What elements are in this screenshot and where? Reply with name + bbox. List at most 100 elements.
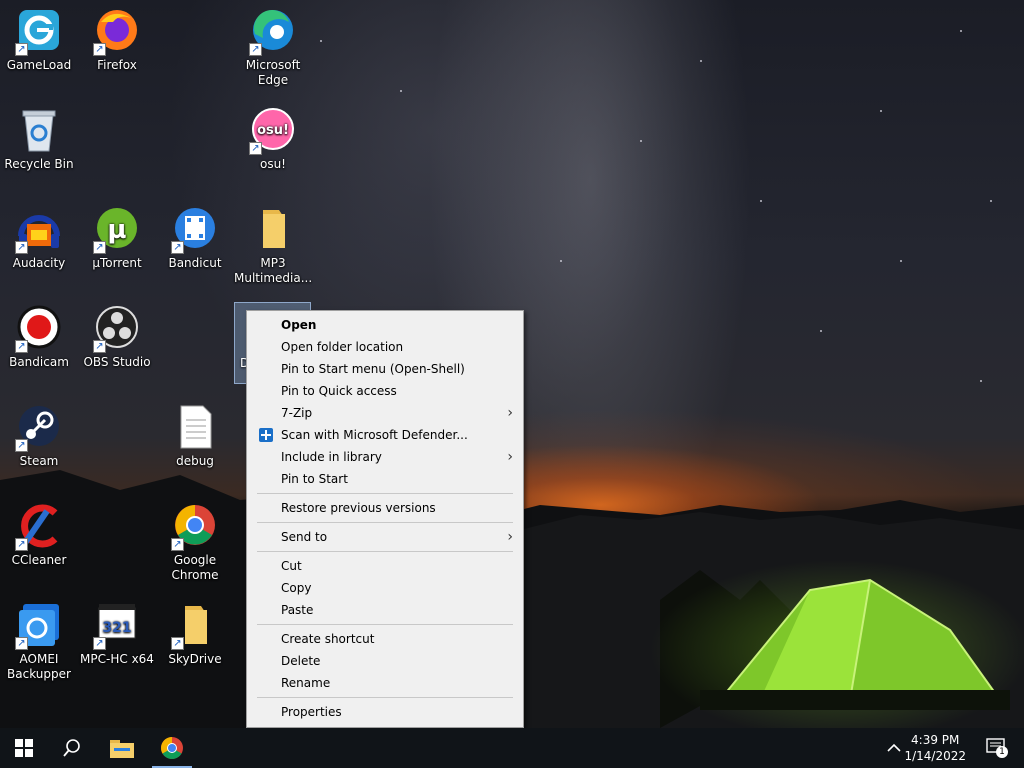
text-file-icon [171, 404, 219, 452]
desktop-icon-label: Microsoft Edge [245, 58, 301, 87]
menu-separator [257, 697, 513, 698]
firefox-icon: ↗ [93, 8, 141, 56]
menu-item-include-in-library[interactable]: Include in library › [249, 446, 521, 468]
menu-item-pin-to-start[interactable]: Pin to Start [249, 468, 521, 490]
desktop-icon-aomei-backupper[interactable]: ↗ AOMEI Backupper [0, 602, 78, 682]
ccleaner-icon: ↗ [15, 503, 63, 551]
desktop-icon-mpc-hc[interactable]: 321 ↗ MPC-HC x64 [78, 602, 156, 667]
chrome-icon [161, 737, 183, 759]
desktop-icon-label: SkyDrive [168, 652, 222, 666]
menu-item-7zip[interactable]: 7-Zip › [249, 402, 521, 424]
bandicam-icon: ↗ [15, 305, 63, 353]
desktop-icon-bandicam[interactable]: ↗ Bandicam [0, 305, 78, 370]
menu-item-pin-to-quick-access[interactable]: Pin to Quick access [249, 380, 521, 402]
menu-item-cut[interactable]: Cut [249, 555, 521, 577]
chevron-right-icon: › [507, 529, 513, 545]
action-center-button[interactable]: 1 [986, 738, 1008, 758]
chevron-right-icon: › [507, 405, 513, 421]
menu-item-copy[interactable]: Copy [249, 577, 521, 599]
desktop-icon-bandicut[interactable]: ↗ Bandicut [156, 206, 234, 271]
chrome-icon: ↗ [171, 503, 219, 551]
taskbar-google-chrome[interactable] [148, 728, 196, 768]
taskbar: 4:39 PM 1/14/2022 1 [0, 728, 1024, 768]
desktop-icon-label: Audacity [12, 256, 66, 270]
bandicut-icon: ↗ [171, 206, 219, 254]
mpc-hc-icon: 321 ↗ [93, 602, 141, 650]
desktop-icon-obs-studio[interactable]: ↗ OBS Studio [78, 305, 156, 370]
desktop-icon-label: debug [176, 454, 214, 468]
folder-icon: ↗ [171, 602, 219, 650]
svg-text:µ: µ [107, 215, 126, 245]
desktop-icon-debug[interactable]: debug [156, 404, 234, 469]
menu-separator [257, 493, 513, 494]
menu-separator [257, 551, 513, 552]
desktop-icon-label: MPC-HC x64 [80, 652, 154, 666]
windows-logo-icon [15, 739, 33, 757]
chevron-right-icon: › [507, 449, 513, 465]
desktop-icon-label: Google Chrome [171, 553, 219, 582]
desktop-icon-firefox[interactable]: ↗ Firefox [78, 8, 156, 73]
desktop-icon-label: Firefox [97, 58, 137, 72]
tent-illustration [700, 578, 1010, 710]
menu-item-delete[interactable]: Delete [249, 650, 521, 672]
utorrent-icon: µ ↗ [93, 206, 141, 254]
notification-count-badge: 1 [996, 746, 1008, 758]
aomei-icon: ↗ [15, 602, 63, 650]
defender-shield-icon [259, 428, 273, 442]
file-explorer-icon [110, 740, 134, 758]
steam-icon: ↗ [15, 404, 63, 452]
desktop-icon-label: CCleaner [11, 553, 67, 567]
menu-separator [257, 624, 513, 625]
context-menu: Open Open folder location Pin to Start m… [246, 310, 524, 728]
menu-item-create-shortcut[interactable]: Create shortcut [249, 628, 521, 650]
search-button[interactable] [48, 728, 96, 768]
edge-icon: ↗ [249, 8, 297, 56]
menu-item-open[interactable]: Open [249, 314, 521, 336]
gameload-icon: ↗ [15, 8, 63, 56]
desktop-icon-label: µTorrent [92, 256, 142, 270]
desktop-icon-steam[interactable]: ↗ Steam [0, 404, 78, 469]
clock-date: 1/14/2022 [904, 749, 966, 763]
desktop-icon-ccleaner[interactable]: ↗ CCleaner [0, 503, 78, 568]
svg-text:osu!: osu! [257, 123, 289, 138]
desktop-icon-osu[interactable]: osu! ↗ osu! [234, 107, 312, 172]
menu-item-pin-to-start-menu-open-shell[interactable]: Pin to Start menu (Open-Shell) [249, 358, 521, 380]
desktop-icon-label: Recycle Bin [4, 157, 74, 171]
audacity-icon: ↗ [15, 206, 63, 254]
svg-text:321: 321 [102, 620, 131, 636]
start-button[interactable] [0, 728, 48, 768]
menu-item-restore-previous-versions[interactable]: Restore previous versions [249, 497, 521, 519]
desktop-icon-label: GameLoad [6, 58, 72, 72]
desktop-icon-google-chrome[interactable]: ↗ Google Chrome [156, 503, 234, 583]
desktop-icon-label: Bandicut [168, 256, 222, 270]
menu-item-rename[interactable]: Rename [249, 672, 521, 694]
desktop-icon-label: OBS Studio [83, 355, 151, 369]
menu-item-label: Send to [281, 530, 328, 544]
desktop-icon-skydrive[interactable]: ↗ SkyDrive [156, 602, 234, 667]
desktop-icon-label: AOMEI Backupper [7, 652, 71, 681]
clock-time: 4:39 PM [911, 733, 960, 747]
desktop-icon-label: Bandicam [9, 355, 69, 369]
desktop-icon-label: osu! [259, 157, 286, 171]
desktop-icon-label: MP3 Multimedia... [234, 256, 313, 285]
desktop-icon-gameload[interactable]: ↗ GameLoad [0, 8, 78, 73]
chevron-up-icon [887, 743, 901, 752]
obs-icon: ↗ [93, 305, 141, 353]
menu-item-label: Include in library [281, 450, 382, 464]
recycle-bin-icon [15, 107, 63, 155]
menu-item-scan-with-defender[interactable]: Scan with Microsoft Defender... [249, 424, 521, 446]
taskbar-file-explorer[interactable] [98, 728, 146, 768]
taskbar-clock[interactable]: 4:39 PM 1/14/2022 [904, 732, 966, 764]
desktop-icon-audacity[interactable]: ↗ Audacity [0, 206, 78, 271]
search-icon [63, 739, 80, 757]
menu-item-paste[interactable]: Paste [249, 599, 521, 621]
menu-item-properties[interactable]: Properties [249, 701, 521, 723]
menu-item-send-to[interactable]: Send to › [249, 526, 521, 548]
menu-separator [257, 522, 513, 523]
menu-item-label: Scan with Microsoft Defender... [281, 428, 468, 442]
desktop-icon-recycle-bin[interactable]: Recycle Bin [0, 107, 78, 172]
desktop-icon-utorrent[interactable]: µ ↗ µTorrent [78, 206, 156, 271]
desktop-icon-mp3-multimedia[interactable]: MP3 Multimedia... [234, 206, 312, 286]
desktop-icon-microsoft-edge[interactable]: ↗ Microsoft Edge [234, 8, 312, 88]
menu-item-open-folder-location[interactable]: Open folder location [249, 336, 521, 358]
